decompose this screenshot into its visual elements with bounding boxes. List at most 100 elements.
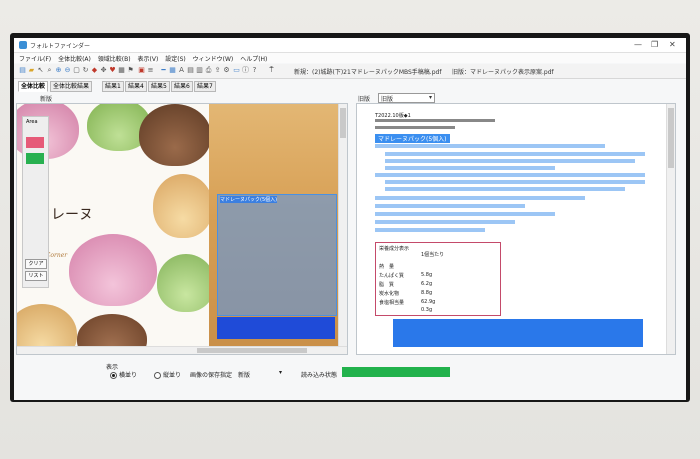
progress-label: 読み込み状態 [301,372,338,379]
tab-result-7[interactable]: 結果7 [194,81,216,92]
flag-icon[interactable]: ⚑ [127,67,134,74]
text-icon[interactable]: A [178,67,185,74]
doc-section-title: マドレーヌパック(5個入) [375,134,450,143]
tab-compare-all-result[interactable]: 全体比較結果 [50,81,93,92]
menu-bar: ファイル(F) 全体比較(A) 領域比較(B) 表示(V) 設定(S) ウィンド… [14,53,686,63]
old-file-info: 旧版：マドレーヌパック表示原案.pdf [452,69,554,76]
zoom-in-icon[interactable]: ⊕ [55,67,62,74]
list-icon[interactable]: ≡ [147,67,154,74]
madeleine-plain-1 [153,174,213,238]
pin-icon[interactable]: ⍑ [268,67,275,74]
tab-result-1[interactable]: 結果1 [102,81,124,92]
tab-result-5[interactable]: 結果5 [148,81,170,92]
doc-line [375,119,495,122]
diff-label-title: マドレーヌパック(5個入) [220,196,278,203]
nutrition-row-label: 熱 量 [379,264,395,270]
old-version-select-value: 旧版 [381,96,394,103]
window-title: フォルトファインダー [30,43,91,50]
left-vscroll-thumb[interactable] [340,108,346,138]
diff-text-line [375,204,525,208]
madeleine-pink-2 [69,234,157,306]
left-hscroll-thumb[interactable] [197,348,307,353]
open-icon[interactable]: ▤ [19,67,26,74]
menu-window[interactable]: ウィンドウ(W) [193,54,234,63]
nutrition-row-label: 食塩相当量 [379,300,405,306]
tab-result-4[interactable]: 結果4 [125,81,147,92]
layers-icon[interactable]: ▤ [187,67,194,74]
monitor-frame: フォルトファインダー — ❐ ✕ ファイル(F) 全体比較(A) 領域比較(B)… [0,0,700,459]
area-swatch-green[interactable] [26,153,44,164]
maximize-button[interactable]: ❐ [651,40,658,49]
zoom-out-icon[interactable]: ⊖ [64,67,71,74]
menu-compare-region[interactable]: 領域比較(B) [98,54,131,63]
diff-text-line [375,196,585,200]
old-version-select[interactable]: 旧版 ▾ [378,93,435,103]
radio-off-icon [154,372,161,379]
diff-region-label[interactable] [217,194,337,316]
right-vscroll-thumb[interactable] [668,108,674,168]
table-icon[interactable]: ▦ [169,67,176,74]
save-image-select[interactable]: 新版 ▾ [236,368,284,379]
list-button[interactable]: リスト [25,271,47,281]
nutrition-value: 5.8g [421,272,433,278]
minimize-button[interactable]: — [634,40,642,49]
area-label: Area [26,119,38,125]
nutrition-row-label: 炭水化物 [379,291,400,297]
hand-icon[interactable]: ✥ [100,67,107,74]
nutrition-box: 栄養成分表示 1個当たり 熱 量 たんぱく質 脂 質 炭水化物 食塩相当量 5.… [375,242,501,316]
heart-icon[interactable]: ♥ [109,67,116,74]
nutrition-title: 栄養成分表示 [379,246,410,252]
radio-vertical[interactable]: 縦並り [154,370,181,379]
menu-file[interactable]: ファイル(F) [19,54,51,63]
chevron-down-icon: ▾ [278,369,282,376]
grid-icon[interactable]: ▦ [118,67,125,74]
menu-view[interactable]: 表示(V) [138,54,159,63]
chevron-down-icon: ▾ [428,94,432,101]
help-icon[interactable]: ? [251,67,258,74]
export-icon[interactable]: ⇪ [214,67,221,74]
column-icon[interactable]: ▥ [196,67,203,74]
old-version-label: 旧版 [358,96,371,103]
marker-icon[interactable]: ◆ [91,67,98,74]
diff-text-line [385,180,645,184]
menu-settings[interactable]: 設定(S) [165,54,186,63]
doc-code: T2022.10版◆1 [375,113,411,119]
rotate-icon[interactable]: ↻ [82,67,89,74]
old-version-canvas[interactable]: T2022.10版◆1 マドレーヌパック(5個入) 栄養成分表示 1個当たり 熱… [356,103,676,355]
radio-horizontal[interactable]: 横並り [110,370,137,379]
load-progress-bar [342,367,450,377]
left-horizontal-scrollbar[interactable] [17,346,347,354]
menu-help[interactable]: ヘルプ(H) [240,54,267,63]
load-progress-fill [342,367,450,377]
info-icon[interactable]: ⓘ [242,67,249,74]
clear-button[interactable]: クリア [25,259,47,269]
folder-icon[interactable]: ▰ [28,67,35,74]
diff-region-notes[interactable] [393,319,643,347]
print-icon[interactable]: ⎙ [205,67,212,74]
doc-line [375,126,455,129]
menu-compare-all[interactable]: 全体比較(A) [58,54,91,63]
tab-result-6[interactable]: 結果6 [171,81,193,92]
app-icon [19,41,27,49]
tab-compare-all[interactable]: 全体比較 [18,81,49,92]
nutrition-value: 8.8g [421,290,433,296]
zoom-icon[interactable]: ⌕ [46,67,53,74]
new-version-canvas[interactable]: マドレーヌ CozyCorner マドレーヌパック(5個入) [16,103,348,355]
compare-icon[interactable]: ▣ [138,67,145,74]
options-icon[interactable]: ⚙ [223,67,230,74]
pointer-icon[interactable]: ↖ [37,67,44,74]
diff-region-bottom[interactable] [217,317,335,339]
fit-icon[interactable]: ▢ [73,67,80,74]
window-icon[interactable]: ▭ [233,67,240,74]
diff-text-line [375,228,485,232]
radio-vertical-label: 縦並り [163,372,182,379]
line-icon[interactable]: ━ [160,67,167,74]
area-swatch-pink[interactable] [26,137,44,148]
diff-text-line [375,220,515,224]
right-vertical-scrollbar[interactable] [666,104,675,354]
close-button[interactable]: ✕ [669,40,676,49]
new-version-label: 新版 [40,96,53,103]
diff-text-line [385,166,555,170]
left-vertical-scrollbar[interactable] [338,104,347,354]
bottom-controls: 表示 横並り 縦並り 画像の保存指定 新版 ▾ 読み込み状態 [14,358,686,400]
